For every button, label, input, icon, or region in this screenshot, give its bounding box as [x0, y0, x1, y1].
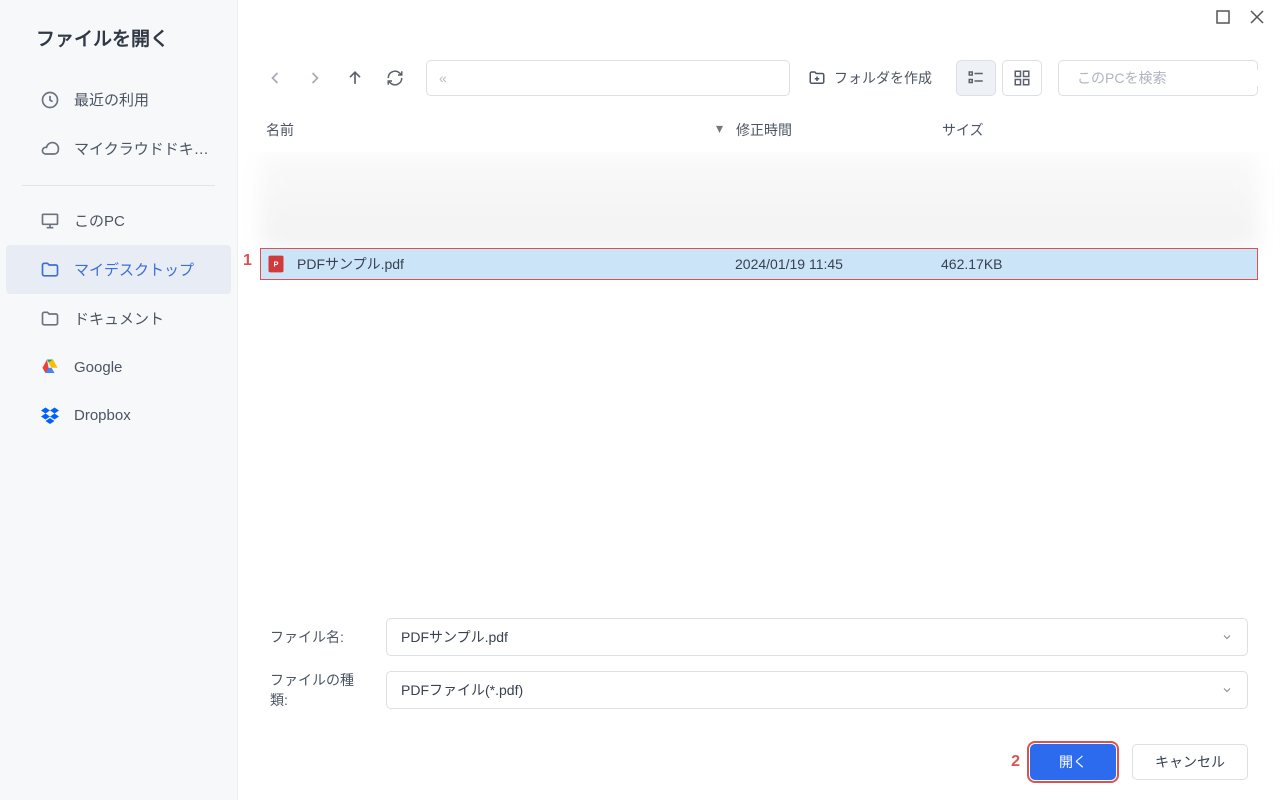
- view-toggle: [956, 60, 1042, 96]
- pdf-file-icon: P: [265, 253, 287, 275]
- action-buttons: 2 開く キャンセル: [238, 744, 1280, 800]
- google-drive-icon: [40, 357, 60, 377]
- back-button[interactable]: [260, 63, 290, 93]
- filename-label: ファイル名:: [270, 627, 370, 647]
- sidebar-item-dropbox[interactable]: Dropbox: [0, 391, 237, 439]
- cloud-icon: [40, 139, 60, 159]
- up-button[interactable]: [340, 63, 370, 93]
- chevron-down-icon: [1221, 684, 1233, 696]
- column-size[interactable]: サイズ: [942, 120, 1258, 140]
- search-box[interactable]: [1058, 60, 1258, 96]
- sidebar-item-thispc[interactable]: このPC: [0, 196, 237, 245]
- main-panel: « フォルダを作成 名前 ▾ 修正時間 サイズ 1 P: [238, 0, 1280, 800]
- filetype-label: ファイルの種類:: [270, 670, 370, 710]
- sidebar-item-label: このPC: [74, 210, 215, 231]
- monitor-icon: [40, 211, 60, 231]
- sidebar-item-label: ドキュメント: [74, 308, 215, 329]
- file-size: 462.17KB: [941, 256, 1257, 272]
- cancel-button[interactable]: キャンセル: [1132, 744, 1248, 780]
- create-folder-button[interactable]: フォルダを作成: [800, 68, 940, 88]
- close-icon[interactable]: [1248, 8, 1266, 26]
- sidebar-item-desktop[interactable]: マイデスクトップ: [6, 245, 231, 294]
- column-modified[interactable]: 修正時間: [736, 120, 942, 140]
- sort-indicator-icon[interactable]: ▾: [716, 120, 736, 140]
- svg-text:P: P: [273, 260, 278, 269]
- dropbox-icon: [40, 405, 60, 425]
- folder-icon: [40, 309, 60, 329]
- folder-icon: [40, 260, 60, 280]
- callout-marker: 2: [1011, 753, 1020, 771]
- list-view-button[interactable]: [956, 60, 996, 96]
- file-list: 1 P PDFサンプル.pdf 2024/01/19 11:45 462.17K…: [238, 152, 1280, 598]
- path-breadcrumb[interactable]: «: [426, 60, 790, 96]
- sidebar-item-label: 最近の利用: [74, 89, 215, 110]
- refresh-button[interactable]: [380, 63, 410, 93]
- callout-marker: 1: [243, 252, 252, 270]
- blurred-content: [260, 152, 1258, 248]
- sidebar-item-google[interactable]: Google: [0, 343, 237, 391]
- filename-input[interactable]: PDFサンプル.pdf: [386, 618, 1248, 656]
- filetype-value: PDFファイル(*.pdf): [401, 680, 523, 700]
- search-input[interactable]: [1077, 70, 1258, 86]
- sidebar-item-label: Google: [74, 359, 215, 376]
- filename-value: PDFサンプル.pdf: [401, 627, 508, 647]
- dialog-title: ファイルを開く: [0, 24, 237, 75]
- sidebar: ファイルを開く 最近の利用 マイクラウドドキュ… このPC マイデスクトップ ド…: [0, 0, 238, 800]
- forward-button[interactable]: [300, 63, 330, 93]
- grid-view-button[interactable]: [1002, 60, 1042, 96]
- filetype-select[interactable]: PDFファイル(*.pdf): [386, 671, 1248, 709]
- breadcrumb-placeholder: «: [439, 70, 447, 86]
- sidebar-item-label: マイデスクトップ: [74, 259, 209, 280]
- divider: [22, 185, 215, 186]
- toolbar: « フォルダを作成: [238, 0, 1280, 104]
- window-controls: [1214, 8, 1266, 26]
- chevron-down-icon: [1221, 631, 1233, 643]
- open-button[interactable]: 開く: [1030, 744, 1116, 780]
- file-row[interactable]: 1 P PDFサンプル.pdf 2024/01/19 11:45 462.17K…: [260, 248, 1258, 280]
- sidebar-item-label: マイクラウドドキュ…: [74, 138, 215, 159]
- sidebar-item-documents[interactable]: ドキュメント: [0, 294, 237, 343]
- create-folder-label: フォルダを作成: [834, 68, 932, 88]
- clock-icon: [40, 90, 60, 110]
- file-modified: 2024/01/19 11:45: [735, 256, 941, 272]
- sidebar-item-cloud[interactable]: マイクラウドドキュ…: [0, 124, 237, 173]
- list-header: 名前 ▾ 修正時間 サイズ: [238, 104, 1280, 152]
- sidebar-item-recent[interactable]: 最近の利用: [0, 75, 237, 124]
- column-name[interactable]: 名前: [260, 120, 716, 140]
- sidebar-item-label: Dropbox: [74, 407, 215, 424]
- maximize-icon[interactable]: [1214, 8, 1232, 26]
- file-name: PDFサンプル.pdf: [297, 254, 735, 274]
- bottom-form: ファイル名: PDFサンプル.pdf ファイルの種類: PDFファイル(*.pd…: [238, 598, 1280, 744]
